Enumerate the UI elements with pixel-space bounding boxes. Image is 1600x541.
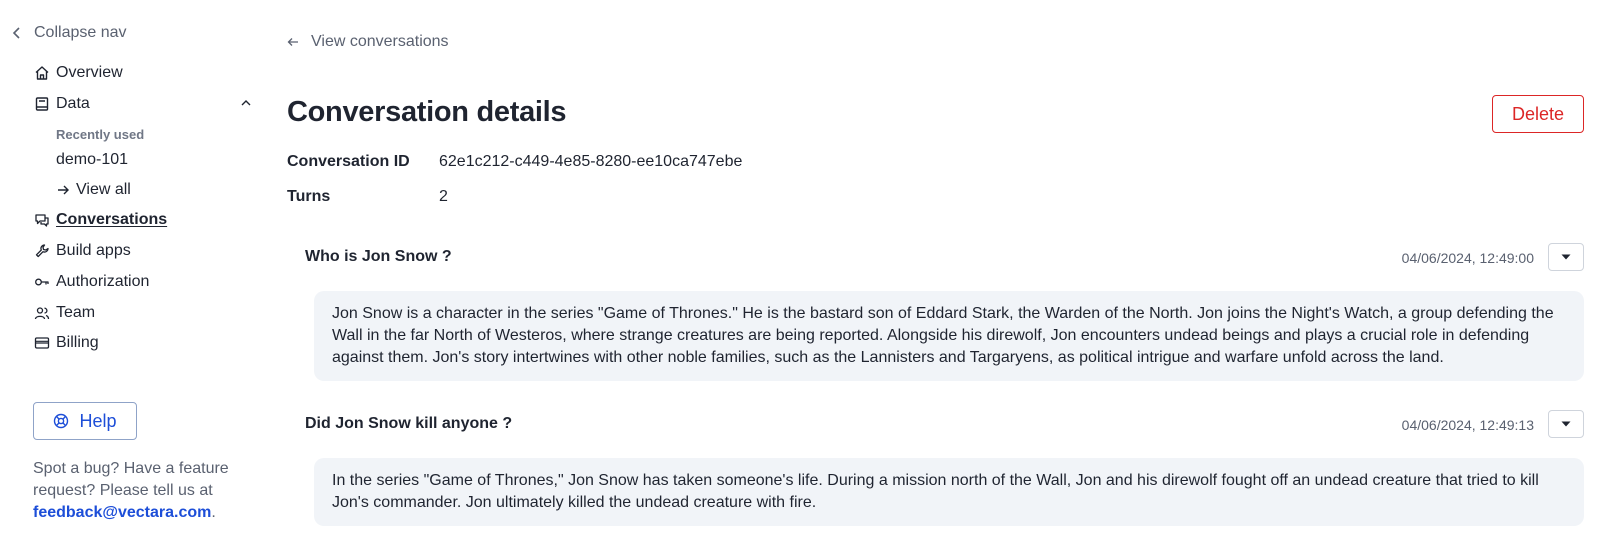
- credit-card-icon: [34, 337, 50, 349]
- back-label: View conversations: [311, 33, 449, 50]
- sidebar-item-billing[interactable]: Billing: [34, 332, 99, 354]
- users-icon: [34, 307, 50, 320]
- sidebar-item-label: Build apps: [56, 242, 131, 259]
- turn-timestamp: 04/06/2024, 12:49:13: [1401, 417, 1534, 433]
- sidebar-item-build-apps[interactable]: Build apps: [34, 240, 131, 262]
- view-conversations-link[interactable]: View conversations: [287, 33, 449, 51]
- chat-bubbles-icon: [35, 214, 49, 227]
- collapse-nav-label: Collapse nav: [34, 24, 127, 41]
- sidebar-item-label: Overview: [56, 64, 123, 81]
- sidebar-item-label: Team: [56, 304, 96, 321]
- home-icon: [35, 66, 49, 80]
- caret-down-icon: [1561, 421, 1571, 427]
- sidebar-item-label: Billing: [56, 334, 99, 351]
- help-label: Help: [79, 410, 117, 431]
- conversation-id-row: Conversation ID 62e1c212-c449-4e85-8280-…: [287, 153, 742, 171]
- sidebar-item-overview[interactable]: Overview: [34, 62, 123, 84]
- sidebar-item-conversations[interactable]: Conversations: [34, 209, 167, 231]
- feedback-end: .: [211, 504, 216, 521]
- recently-used-heading: Recently used: [56, 127, 145, 142]
- turns-label: Turns: [287, 188, 331, 205]
- turn-expand-button[interactable]: [1548, 410, 1584, 438]
- caret-down-icon: [1561, 254, 1571, 260]
- sidebar-item-data[interactable]: Data: [34, 93, 90, 115]
- turn-answer: In the series "Game of Thrones," Jon Sno…: [314, 458, 1584, 526]
- turn-question: Did Jon Snow kill anyone ?: [305, 415, 513, 432]
- feedback-email-link[interactable]: feedback@vectara.com: [33, 504, 211, 521]
- turn-timestamp: 04/06/2024, 12:49:00: [1401, 250, 1534, 266]
- sidebar: Collapse nav Overview Data Recently used…: [0, 0, 265, 541]
- sidebar-item-team[interactable]: Team: [34, 302, 95, 324]
- conversation-id-value: 62e1c212-c449-4e85-8280-ee10ca747ebe: [439, 153, 743, 170]
- sidebar-item-label: View all: [76, 181, 131, 198]
- collapse-nav-button[interactable]: Collapse nav: [12, 24, 127, 42]
- page-title: Conversation details: [287, 96, 567, 128]
- delete-button[interactable]: Delete: [1492, 95, 1584, 133]
- turn-answer: Jon Snow is a character in the series "G…: [314, 291, 1584, 381]
- turn-question: Who is Jon Snow ?: [305, 248, 452, 265]
- arrow-right-icon: [58, 185, 69, 195]
- key-icon: [35, 278, 49, 286]
- arrow-left-icon: [287, 38, 298, 46]
- feedback-note: Spot a bug? Have a feature request? Plea…: [33, 458, 253, 524]
- feedback-text: Spot a bug? Have a feature request? Plea…: [33, 460, 229, 499]
- sidebar-item-label: Conversations: [56, 211, 168, 228]
- sidebar-item-label: Data: [56, 95, 90, 112]
- chevron-up-icon[interactable]: [240, 97, 252, 109]
- conversation-id-label: Conversation ID: [287, 153, 410, 170]
- sidebar-item-label: demo-101: [56, 151, 129, 168]
- sidebar-item-label: Authorization: [56, 273, 150, 290]
- help-button[interactable]: Help: [33, 402, 137, 440]
- wrench-icon: [35, 244, 49, 258]
- turns-row: Turns 2: [287, 188, 448, 206]
- chevron-left-icon: [12, 27, 20, 39]
- turns-value: 2: [439, 188, 448, 205]
- database-book-icon: [35, 97, 49, 111]
- turn-expand-button[interactable]: [1548, 243, 1584, 271]
- sidebar-item-corpus[interactable]: demo-101: [56, 151, 128, 169]
- sidebar-item-view-all[interactable]: View all: [56, 181, 131, 199]
- sidebar-item-authorization[interactable]: Authorization: [34, 271, 149, 293]
- life-ring-icon: [54, 413, 69, 429]
